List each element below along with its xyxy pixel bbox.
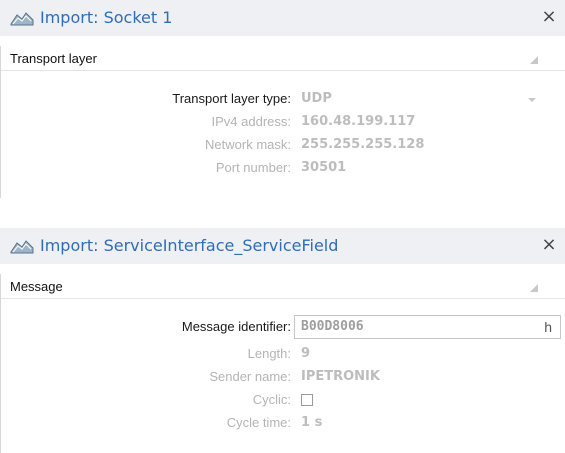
- ipv4-label: IPv4 address:: [211, 114, 292, 129]
- message-id-label: Message identifier:: [181, 319, 291, 334]
- collapse-icon[interactable]: [530, 56, 538, 64]
- transport-type-label: Transport layer type:: [172, 91, 291, 106]
- length-label: Length:: [247, 346, 291, 361]
- port-label: Port number:: [215, 160, 291, 175]
- socket-panel: Import: Socket 1 × Transport layer Trans…: [0, 0, 565, 200]
- cyclic-label: Cyclic:: [252, 392, 291, 407]
- dropdown-arrow-icon[interactable]: [528, 98, 536, 102]
- ipv4-row: IPv4 address: 160.48.199.117: [1, 112, 565, 134]
- length-value: 9: [301, 346, 311, 361]
- mask-row: Network mask: 255.255.255.128: [1, 135, 565, 157]
- transport-type-select[interactable]: UDP: [301, 91, 332, 106]
- socket-panel-title: Import: Socket 1: [40, 8, 173, 27]
- cycle-time-label: Cycle time:: [226, 415, 291, 430]
- import-icon: [10, 12, 34, 26]
- cyclic-checkbox[interactable]: [301, 394, 313, 406]
- cycle-time-value: 1 s: [301, 415, 323, 430]
- port-row: Port number: 30501: [1, 158, 565, 180]
- socket-panel-body: Transport layer Transport layer type: UD…: [0, 46, 565, 198]
- service-panel-title: Import: ServiceInterface_ServiceField: [40, 236, 339, 255]
- close-icon[interactable]: ×: [539, 234, 559, 256]
- import-icon: [10, 240, 34, 254]
- message-section[interactable]: Message: [1, 274, 565, 299]
- ipv4-value: 160.48.199.117: [301, 114, 416, 129]
- mask-label: Network mask:: [205, 137, 291, 152]
- message-id-row: Message identifier: B00D8006 h: [1, 315, 565, 339]
- sender-label: Sender name:: [209, 369, 291, 384]
- service-panel-body: Message Message identifier: B00D8006 h L…: [0, 274, 565, 453]
- section-title: Transport layer: [10, 51, 97, 66]
- message-id-input[interactable]: B00D8006 h: [294, 315, 561, 339]
- sender-row: Sender name: IPETRONIK: [1, 367, 565, 389]
- socket-panel-header: Import: Socket 1 ×: [0, 0, 565, 36]
- service-panel-header: Import: ServiceInterface_ServiceField ×: [0, 228, 565, 264]
- transport-type-row: Transport layer type: UDP: [1, 89, 565, 111]
- hex-suffix: h: [544, 319, 552, 335]
- sender-value: IPETRONIK: [301, 369, 380, 384]
- close-icon[interactable]: ×: [539, 6, 559, 28]
- mask-value: 255.255.255.128: [301, 137, 425, 152]
- message-id-value: B00D8006: [301, 319, 364, 334]
- service-panel: Import: ServiceInterface_ServiceField × …: [0, 228, 565, 453]
- collapse-icon[interactable]: [530, 284, 538, 292]
- cyclic-row: Cyclic:: [1, 390, 565, 412]
- length-row: Length: 9: [1, 344, 565, 366]
- port-value: 30501: [301, 160, 347, 175]
- transport-layer-section[interactable]: Transport layer: [1, 46, 565, 71]
- section-title: Message: [10, 279, 63, 294]
- cycle-time-row: Cycle time: 1 s: [1, 413, 565, 435]
